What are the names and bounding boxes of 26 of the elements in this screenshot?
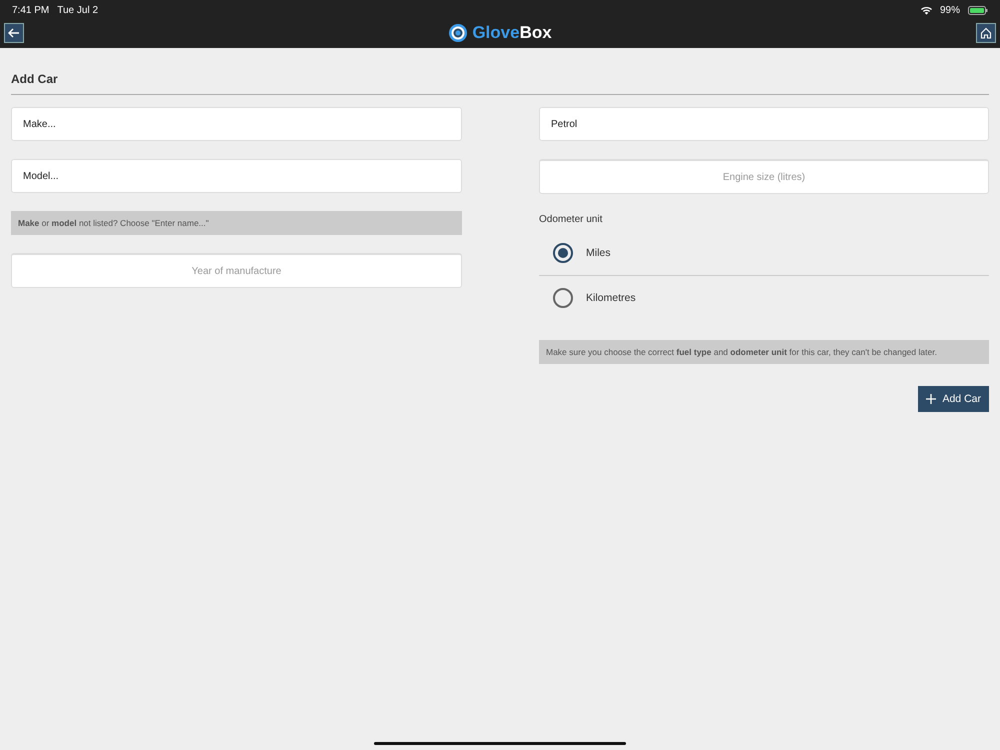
input-field[interactable]: Engine size (litres) — [539, 159, 989, 194]
radio-button[interactable] — [553, 288, 573, 308]
warning-text: Make sure you choose the correct fuel type and odometer unit for this car, they can't be changed later. — [539, 340, 989, 364]
home-icon — [980, 26, 992, 38]
battery-percent: 99% — [940, 4, 960, 16]
logo-icon — [448, 22, 468, 42]
select-field[interactable]: Model... — [11, 159, 462, 193]
status-time: 7:41 PM — [12, 4, 50, 16]
page-title: Add Car — [11, 72, 989, 95]
radio-label[interactable]: Miles — [586, 247, 611, 259]
add-car-button[interactable]: Add Car — [918, 386, 989, 412]
radio-label[interactable]: Kilometres — [586, 292, 636, 304]
battery-icon — [968, 6, 988, 14]
input-field[interactable]: Year of manufacture — [11, 253, 462, 288]
home-button[interactable] — [976, 22, 996, 42]
wifi-icon — [920, 6, 932, 14]
back-arrow-icon — [8, 28, 20, 38]
app-title: GloveBox — [472, 22, 552, 42]
hint-text: Make or model not listed? Choose "Enter name..." — [11, 211, 462, 235]
select-field[interactable]: Make... — [11, 107, 462, 141]
back-button[interactable] — [4, 22, 24, 42]
status-date: Tue Jul 2 — [57, 4, 98, 16]
plus-icon — [926, 394, 936, 404]
odometer-label: Odometer unit — [539, 214, 604, 225]
radio-button[interactable] — [553, 243, 573, 263]
select-field[interactable]: Petrol — [539, 107, 989, 141]
